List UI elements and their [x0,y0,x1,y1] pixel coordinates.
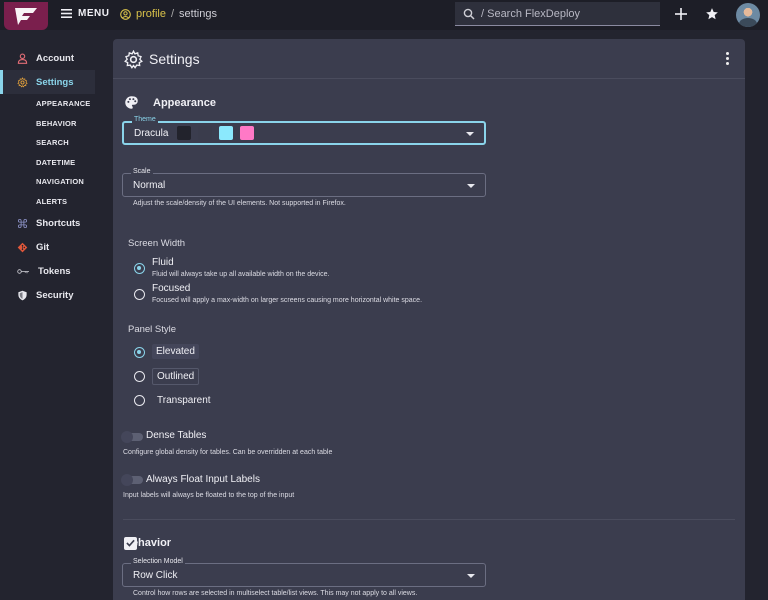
chevron-down-icon [466,132,474,136]
section-divider [123,519,735,520]
hamburger-icon [61,9,72,18]
appearance-title: Appearance [153,96,216,109]
page-title: Settings [149,51,200,67]
sidebar-item-label: Security [36,289,74,301]
panel-style-label: Panel Style [128,324,177,335]
logo-icon [15,8,37,25]
panel-header: Settings [113,39,745,79]
sidebar-sub-appearance[interactable]: APPEARANCE [0,94,95,114]
transparent-label: Transparent [157,395,211,406]
float-labels-toggle[interactable] [121,474,143,486]
scale-hint: Adjust the scale/density of the UI eleme… [133,200,346,207]
sidebar: Account Settings APPEARANCE BEHAVIOR SEA… [0,46,95,307]
sidebar-sub-navigation[interactable]: NAVIGATION [0,172,95,192]
star-icon [706,8,718,20]
radio-fluid[interactable] [134,263,145,274]
dense-tables-toggle[interactable] [121,431,143,443]
sidebar-sub-behavior[interactable]: BEHAVIOR [0,114,95,134]
sidebar-item-label: Settings [36,76,74,88]
shield-icon [18,290,27,300]
sidebar-item-settings[interactable]: Settings [0,70,95,94]
dense-tables-label: Dense Tables [146,430,207,441]
chevron-down-icon [467,184,475,188]
screen-width-label: Screen Width [128,238,186,249]
command-icon [17,218,28,228]
dense-tables-hint: Configure global density for tables. Can… [123,449,333,456]
scale-select[interactable]: Scale Normal [122,168,486,197]
git-icon [17,242,28,252]
sidebar-item-security[interactable]: Security [0,283,95,307]
focused-label: Focused [152,283,191,294]
fluid-label: Fluid [152,257,174,268]
add-button[interactable] [673,6,689,22]
radio-elevated[interactable] [134,347,145,358]
gear-icon [124,50,143,69]
sidebar-item-label: Shortcuts [36,217,81,229]
search-icon [463,8,475,20]
outlined-label: Outlined [152,368,200,385]
profile-icon [120,8,131,20]
sidebar-item-label: Tokens [38,265,71,277]
appearance-heading: Appearance [124,95,216,110]
theme-swatch-secondary [240,126,254,140]
selection-model-select[interactable]: Selection Model Row Click [122,558,486,587]
search-input[interactable] [481,7,651,20]
sidebar-sub-datetime[interactable]: DATETIME [0,153,95,173]
sidebar-sub-alerts[interactable]: ALERTS [0,192,95,212]
sidebar-item-account[interactable]: Account [0,46,95,70]
scale-label: Scale [131,168,153,175]
chevron-down-icon [467,574,475,578]
checkmark-icon [126,539,135,547]
breadcrumb-separator: / [170,8,175,20]
scale-value: Normal [133,180,166,191]
selection-model-hint: Control how rows are selected in multise… [133,590,418,597]
top-bar: MENU profile / settings [0,0,768,30]
radio-outlined[interactable] [134,371,145,382]
settings-panel: Settings Appearance Theme Dracula Scale … [113,39,745,600]
menu-label: MENU [78,8,110,19]
flexdeploy-logo[interactable] [4,2,48,30]
gear-icon [17,76,28,88]
user-icon [17,53,28,64]
breadcrumb-profile-link[interactable]: profile [136,8,166,20]
selection-model-value: Row Click [133,570,178,581]
radio-focused[interactable] [134,289,145,300]
sidebar-item-label: Account [36,52,74,64]
breadcrumb: profile / settings [120,8,217,20]
breadcrumb-current: settings [179,8,217,20]
float-labels-hint: Input labels will always be floated to t… [123,492,295,499]
radio-transparent[interactable] [134,395,145,406]
theme-label: Theme [132,116,158,123]
behavior-heading: Behavior [124,536,171,550]
checkbox-icon [124,536,137,550]
theme-swatch-primary [219,126,233,140]
plus-icon [675,8,687,20]
menu-button[interactable]: MENU [61,8,109,19]
user-avatar[interactable] [736,3,760,27]
sidebar-sub-search[interactable]: SEARCH [0,133,95,153]
favorites-button[interactable] [704,6,720,22]
sidebar-item-label: Git [36,241,50,253]
key-icon [17,268,29,274]
theme-value: Dracula [134,128,169,139]
fluid-description: Fluid will always take up all available … [152,271,330,278]
search-box[interactable] [455,2,660,26]
theme-swatch-background [177,126,191,140]
focused-description: Focused will apply a max-width on larger… [152,297,423,304]
float-labels-label: Always Float Input Labels [146,474,260,485]
elevated-label: Elevated [152,344,199,359]
theme-swatch-surface [198,126,212,140]
theme-select[interactable]: Theme Dracula [122,116,486,145]
sidebar-item-tokens[interactable]: Tokens [0,259,95,283]
sidebar-item-shortcuts[interactable]: Shortcuts [0,211,95,235]
more-options-icon[interactable] [726,52,729,65]
sidebar-item-git[interactable]: Git [0,235,95,259]
selection-model-label: Selection Model [131,558,185,565]
palette-icon [125,96,138,109]
